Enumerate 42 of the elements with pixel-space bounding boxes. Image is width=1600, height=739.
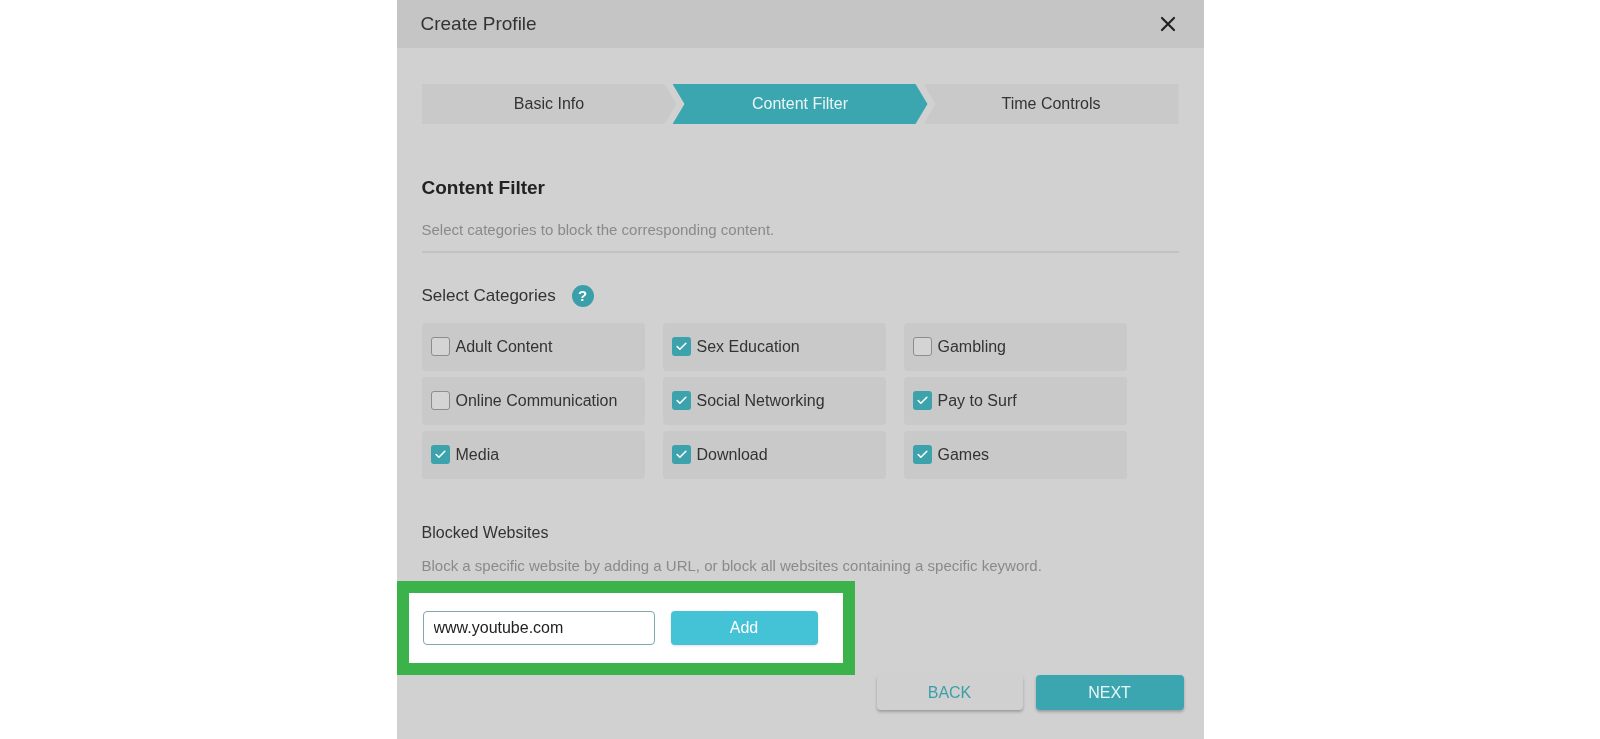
step-tab[interactable]: Time Controls (923, 84, 1179, 124)
checkbox[interactable] (912, 391, 932, 410)
checkbox[interactable] (430, 391, 450, 410)
checkbox[interactable] (430, 337, 450, 356)
category-option[interactable]: Media (421, 430, 645, 479)
category-label: Games (937, 444, 990, 465)
category-option[interactable]: Download (662, 430, 886, 479)
url-field[interactable]: www.youtube.com (422, 611, 655, 645)
checkbox[interactable] (671, 391, 691, 410)
category-label: Download (696, 444, 768, 465)
check-icon (915, 394, 929, 407)
category-label: Media (455, 444, 500, 465)
blocked-websites-description: Block a specific website by adding a URL, or block all websites containing a specific keyword. (421, 555, 1043, 576)
category-option[interactable]: Social Networking (662, 376, 886, 425)
checkbox[interactable] (912, 445, 932, 464)
check-icon (674, 340, 688, 353)
category-label: Sex Education (696, 336, 800, 357)
section-description: Select categories to block the corresponding content. (421, 219, 776, 240)
dialog-title: Create Profile (420, 11, 537, 36)
category-option[interactable]: Sex Education (662, 322, 886, 371)
checkbox[interactable] (671, 445, 691, 464)
category-option[interactable]: Gambling (903, 322, 1127, 371)
check-icon (674, 394, 688, 407)
section-title: Content Filter (421, 176, 546, 200)
categories-label: Select Categories (421, 285, 556, 307)
blocked-websites-title: Blocked Websites (421, 522, 550, 543)
checkbox[interactable] (912, 337, 932, 356)
checkbox[interactable] (671, 337, 691, 356)
category-option[interactable]: Adult Content (421, 322, 645, 371)
category-label: Online Communication (455, 390, 618, 411)
checkbox[interactable] (430, 445, 450, 464)
check-icon (674, 448, 688, 461)
step-tab[interactable]: Basic Info (421, 84, 677, 124)
category-label: Gambling (937, 336, 1006, 357)
category-label: Pay to Surf (937, 390, 1017, 411)
check-icon (915, 448, 929, 461)
category-option[interactable]: Online Communication (421, 376, 645, 425)
category-label: Adult Content (455, 336, 553, 357)
category-option[interactable]: Pay to Surf (903, 376, 1127, 425)
check-icon (433, 448, 447, 461)
category-option[interactable]: Games (903, 430, 1127, 479)
category-label: Social Networking (696, 390, 825, 411)
